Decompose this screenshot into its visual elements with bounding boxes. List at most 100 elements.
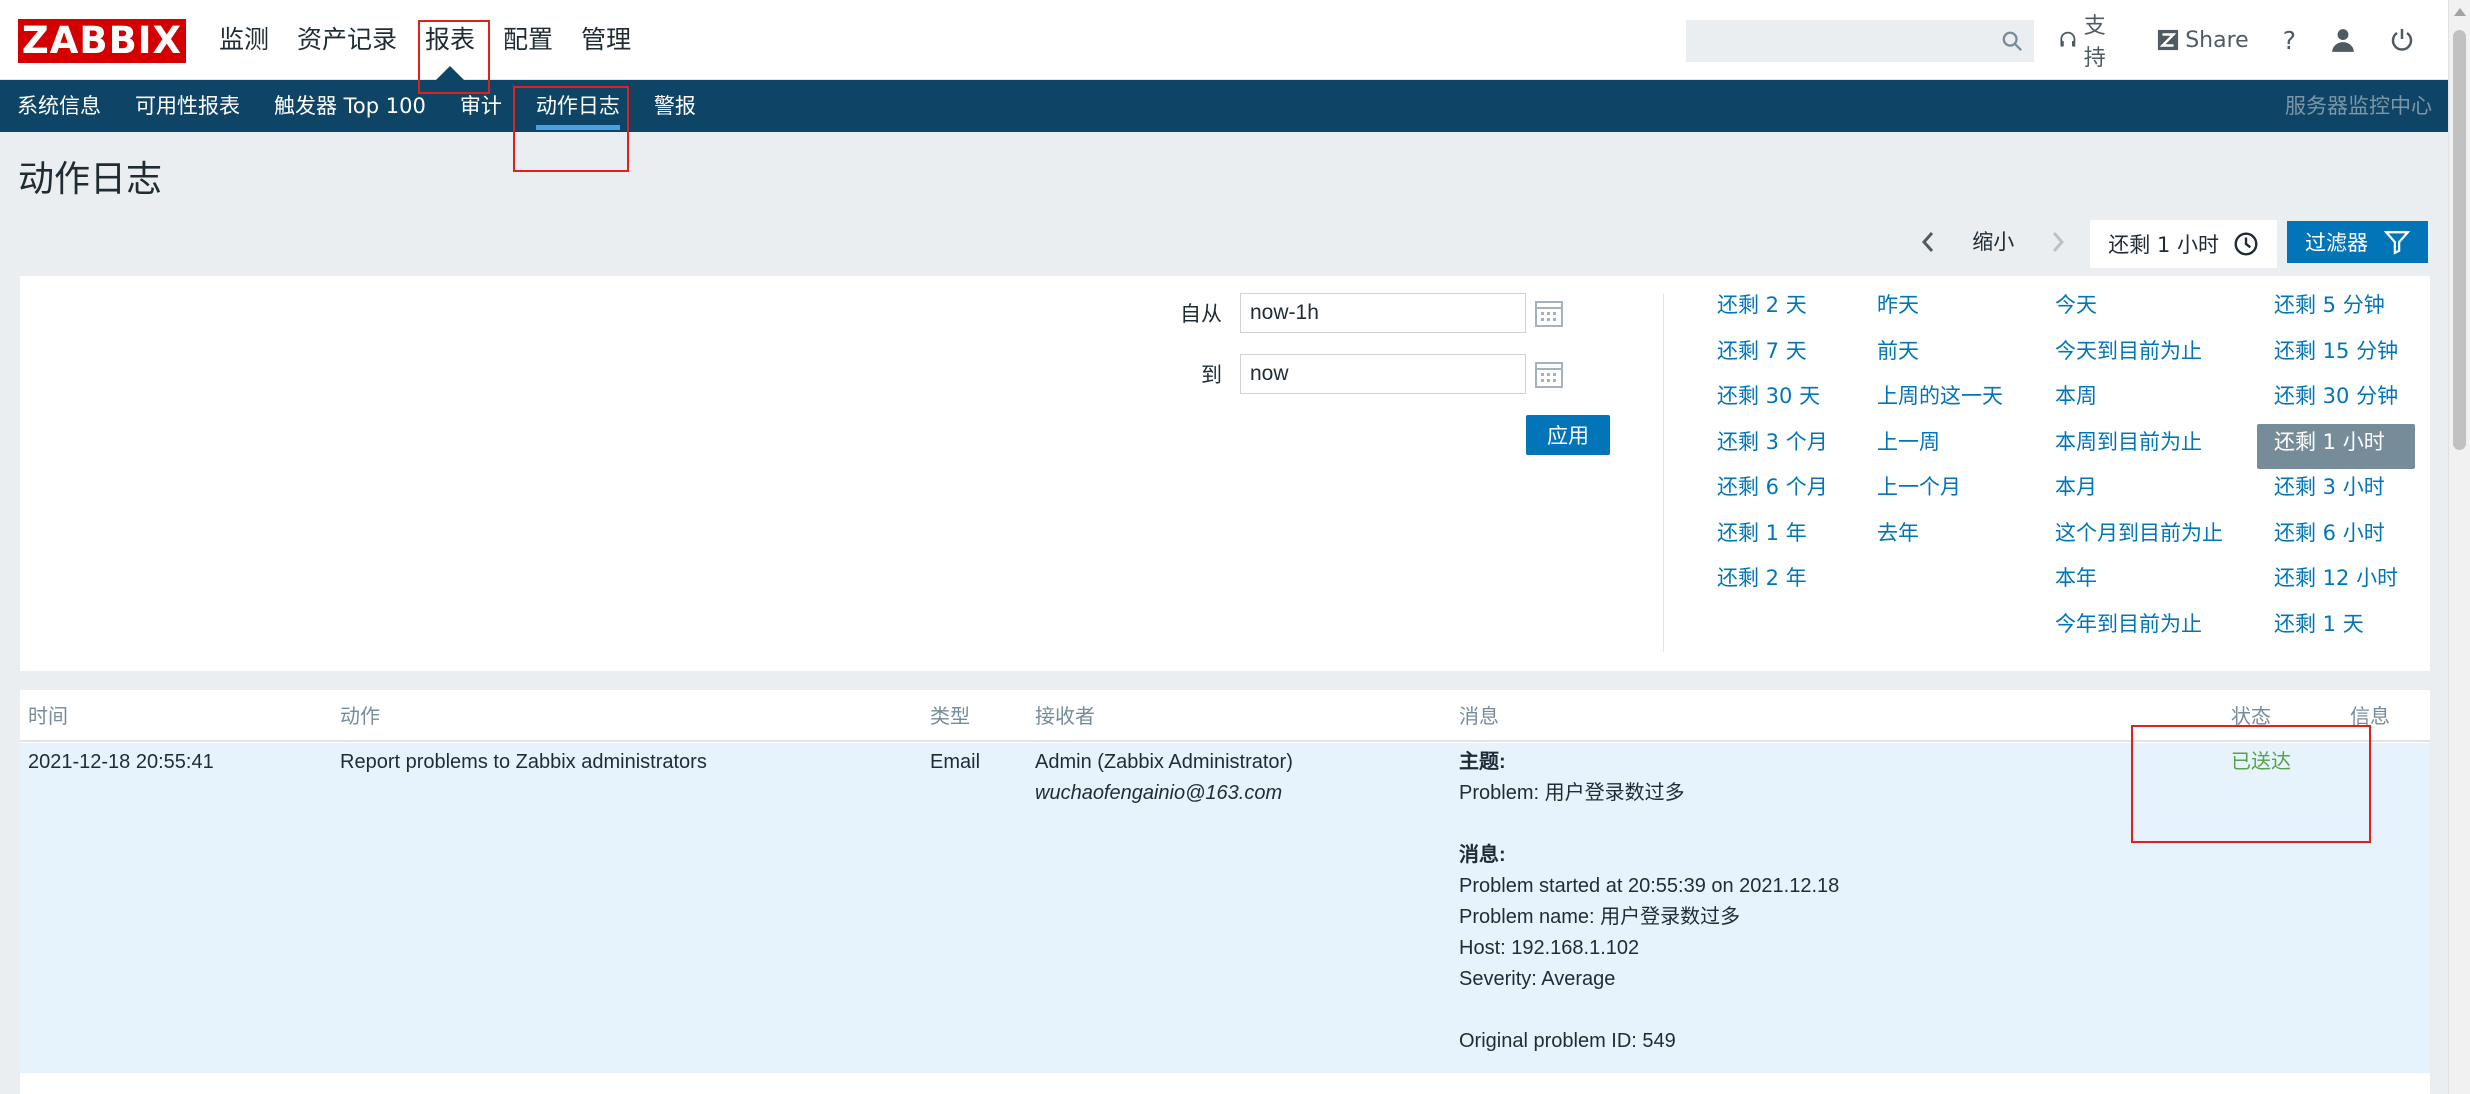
message-line: Problem started at 20:55:39 on 2021.12.1… <box>1459 875 1840 897</box>
support-label: 支持 <box>2083 14 2106 71</box>
chevron-right-icon <box>2053 232 2065 252</box>
filter-tab[interactable]: 过滤器 <box>2287 221 2428 263</box>
quick-range-item[interactable]: 本年 <box>2038 560 2240 606</box>
page-scrollbar[interactable] <box>2448 0 2470 1094</box>
table-row: 2021-12-18 20:55:41 Report problems to Z… <box>20 743 2430 1073</box>
quick-range-item[interactable]: 还剩 7 天 <box>1700 333 1845 379</box>
quick-range-item[interactable]: 还剩 6 小时 <box>2257 515 2415 561</box>
nav-inventory[interactable]: 资产记录 <box>283 0 411 80</box>
search-icon[interactable] <box>2001 30 2023 52</box>
filter-tab-label: 过滤器 <box>2305 231 2368 255</box>
time-range-label: 还剩 1 小时 <box>2108 232 2219 257</box>
message-line: Original problem ID: 549 <box>1459 1030 1676 1052</box>
quick-range-item[interactable]: 还剩 2 年 <box>1700 560 1845 606</box>
time-range-tab[interactable]: 还剩 1 小时 <box>2090 219 2277 268</box>
time-filter-panel: 自从 到 应用 还剩 2 天 还剩 7 天 还剩 30 天 还剩 3 个月 还剩… <box>20 276 2430 671</box>
quick-range-item[interactable]: 还剩 6 个月 <box>1700 469 1845 515</box>
annotation-box-status <box>2131 725 2371 843</box>
quick-range-item-selected[interactable]: 还剩 1 小时 <box>2257 423 2416 469</box>
quick-range-item[interactable]: 还剩 3 小时 <box>2257 469 2415 515</box>
sub-nav: 系统信息 可用性报表 触发器 Top 100 审计 动作日志 警报 服务器监控中… <box>0 80 2448 132</box>
from-input[interactable] <box>1240 293 1526 333</box>
quick-range-item[interactable]: 今天 <box>2038 287 2240 333</box>
quick-ranges-col3: 今天 今天到目前为止 本周 本周到目前为止 本月 这个月到目前为止 本年 今年到… <box>2038 287 2240 651</box>
chevron-left-icon <box>1922 232 1934 252</box>
recipient-name: Admin (Zabbix Administrator) <box>1035 751 1293 773</box>
quick-range-item[interactable]: 今天到目前为止 <box>2038 333 2240 379</box>
col-header-action: 动作 <box>340 704 380 728</box>
quick-range-item[interactable]: 还剩 15 分钟 <box>2257 333 2415 379</box>
nav-monitoring[interactable]: 监测 <box>205 0 283 80</box>
help-link[interactable]: ? <box>2283 26 2296 55</box>
quick-range-item[interactable]: 本周 <box>2038 378 2240 424</box>
page-title: 动作日志 <box>18 159 163 200</box>
from-row: 自从 <box>1162 293 1564 333</box>
message-line: Severity: Average <box>1459 968 1616 990</box>
quick-range-item[interactable]: 上一周 <box>1860 424 2020 470</box>
panel-divider <box>1663 294 1664 652</box>
quick-range-item[interactable]: 本月 <box>2038 469 2240 515</box>
quick-range-item[interactable]: 去年 <box>1860 515 2020 561</box>
time-next-button[interactable] <box>2036 219 2080 265</box>
message-spacer <box>1459 995 1839 1026</box>
signout-button[interactable] <box>2390 28 2414 52</box>
share-link[interactable]: Share <box>2157 28 2249 53</box>
support-link[interactable]: 支持 <box>2058 8 2123 72</box>
col-header-type: 类型 <box>930 704 970 728</box>
next-row-partial <box>20 1076 2430 1094</box>
col-header-recipient: 接收者 <box>1035 704 1095 728</box>
to-row: 到 <box>1162 354 1564 394</box>
server-name: 服务器监控中心 <box>2285 94 2432 118</box>
subject-label: 主题: <box>1459 751 1506 773</box>
scroll-thumb[interactable] <box>2453 30 2466 450</box>
zabbix-logo[interactable]: ZABBIX <box>18 19 186 63</box>
nav-administration[interactable]: 管理 <box>567 0 645 80</box>
quick-range-item[interactable]: 今年到目前为止 <box>2038 606 2240 652</box>
quick-range-item[interactable]: 上一个月 <box>1860 469 2020 515</box>
annotation-box-action-log <box>513 86 629 172</box>
headset-icon <box>2060 31 2076 47</box>
quick-range-item[interactable]: 还剩 1 年 <box>1700 515 1845 561</box>
subnav-availability-report[interactable]: 可用性报表 <box>118 80 257 132</box>
subnav-notifications[interactable]: 警报 <box>637 80 713 132</box>
calendar-icon[interactable] <box>1534 298 1564 328</box>
help-icon: ? <box>2282 25 2296 55</box>
quick-ranges-col2: 昨天 前天 上周的这一天 上一周 上一个月 去年 <box>1860 287 2020 560</box>
recipient-email: wuchaofengainio@163.com <box>1035 782 1283 804</box>
nav-configuration[interactable]: 配置 <box>489 0 567 80</box>
subnav-triggers-top100[interactable]: 触发器 Top 100 <box>257 80 443 132</box>
col-header-time[interactable]: 时间 <box>28 690 68 742</box>
quick-range-item[interactable]: 还剩 1 天 <box>2257 606 2415 652</box>
quick-range-item[interactable]: 还剩 30 分钟 <box>2257 378 2415 424</box>
quick-range-item[interactable]: 这个月到目前为止 <box>2038 515 2240 561</box>
to-input[interactable] <box>1240 354 1526 394</box>
zoom-out-button[interactable]: 缩小 <box>1950 219 2036 265</box>
filter-bar: 缩小 还剩 1 小时 过滤器 <box>1906 219 2428 268</box>
quick-range-item[interactable]: 还剩 30 天 <box>1700 378 1845 424</box>
quick-range-item[interactable]: 还剩 3 个月 <box>1700 424 1845 470</box>
apply-button[interactable]: 应用 <box>1526 415 1610 455</box>
user-icon <box>2332 29 2354 52</box>
message-spacer <box>1459 809 1839 840</box>
search-input[interactable] <box>1686 20 2034 62</box>
quick-range-item[interactable]: 还剩 5 分钟 <box>2257 287 2415 333</box>
quick-range-item[interactable]: 本周到目前为止 <box>2038 424 2240 470</box>
quick-range-item[interactable]: 还剩 2 天 <box>1700 287 1845 333</box>
power-icon <box>2391 29 2413 51</box>
share-z-icon <box>2158 29 2179 51</box>
quick-range-item[interactable]: 上周的这一天 <box>1860 378 2020 424</box>
time-prev-button[interactable] <box>1906 219 1950 265</box>
from-label: 自从 <box>1180 302 1222 326</box>
scroll-up-arrow-icon[interactable] <box>2454 8 2466 16</box>
user-profile-button[interactable] <box>2330 27 2356 53</box>
annotation-box-reports <box>418 20 490 94</box>
subnav-system-info[interactable]: 系统信息 <box>0 80 118 132</box>
row-time: 2021-12-18 20:55:41 <box>28 751 214 773</box>
quick-range-item[interactable]: 前天 <box>1860 333 2020 379</box>
quick-range-item[interactable]: 还剩 12 小时 <box>2257 560 2415 606</box>
quick-ranges-col1: 还剩 2 天 还剩 7 天 还剩 30 天 还剩 3 个月 还剩 6 个月 还剩… <box>1700 287 1845 606</box>
action-log-table: 时间 动作 类型 接收者 消息 状态 信息 2021-12-18 20:55:4… <box>20 690 2430 1094</box>
row-message: 主题: Problem: 用户登录数过多 消息: Problem started… <box>1459 743 1839 1057</box>
quick-range-item[interactable]: 昨天 <box>1860 287 2020 333</box>
calendar-icon[interactable] <box>1534 359 1564 389</box>
